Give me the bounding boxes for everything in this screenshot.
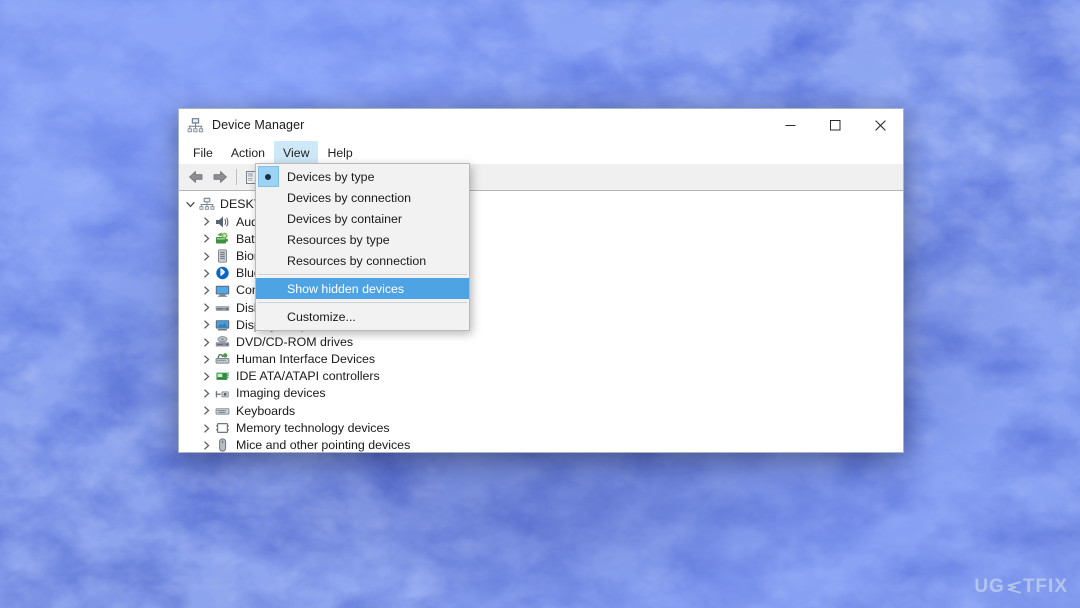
chevron-right-icon[interactable] [199,234,214,244]
menu-item-label: Customize... [287,309,356,324]
tree-label: IDE ATA/ATAPI controllers [236,369,380,384]
ugetfix-watermark: UG TFIX [974,576,1068,598]
forward-button[interactable] [208,166,232,188]
menu-file[interactable]: File [184,141,222,164]
menu-item-resources-by-connection[interactable]: Resources by connection [256,250,469,271]
menu-item-devices-by-connection[interactable]: Devices by connection [256,187,469,208]
chevron-down-icon[interactable] [183,200,198,209]
minimize-icon [785,124,796,126]
toolbar-separator [236,169,237,185]
menu-check-placeholder [256,278,280,299]
tree-label: Mice and other pointing devices [236,438,411,452]
menu-view[interactable]: View [274,141,319,164]
chevron-right-icon[interactable] [199,303,214,312]
disk-drive-icon [214,300,231,316]
device-manager-icon [187,117,204,132]
computer-node-icon [198,197,215,213]
mouse-icon [214,437,231,452]
menu-check-placeholder [256,306,280,327]
menu-item-label: Show hidden devices [287,281,405,296]
forward-arrow-icon [213,171,227,183]
menu-help[interactable]: Help [318,141,361,164]
dvd-drive-icon [214,334,231,350]
menu-separator [258,274,467,275]
chevron-right-icon[interactable] [199,423,214,433]
tree-row[interactable]: DVD/CD-ROM drives [179,334,903,351]
watermark-text-part1: UG [974,576,1005,597]
menu-check-placeholder [256,250,280,271]
menu-item-devices-by-container[interactable]: Devices by container [256,208,469,229]
chevron-right-icon[interactable] [199,217,214,226]
tree-label: Keyboards [236,403,296,418]
menu-item-show-hidden-devices[interactable]: Show hidden devices [256,278,469,299]
tree-row[interactable]: Mice and other pointing devices [179,437,903,452]
menu-item-resources-by-type[interactable]: Resources by type [256,229,469,250]
chevron-right-icon[interactable] [199,286,214,295]
tree-label: Imaging devices [236,386,326,401]
display-adapter-icon [214,317,231,333]
tree-row[interactable]: Keyboards [179,402,903,419]
menu-item-devices-by-type[interactable]: Devices by type [256,166,469,187]
battery-icon [214,231,231,247]
chevron-right-icon[interactable] [199,355,214,364]
tree-label: Human Interface Devices [236,352,376,367]
menu-item-customize[interactable]: Customize... [256,306,469,327]
chevron-right-icon[interactable] [199,372,214,381]
keyboard-icon [214,403,231,419]
minimize-button[interactable] [768,109,813,141]
menu-check-placeholder [256,187,280,208]
window-titlebar[interactable]: Device Manager [179,109,903,141]
back-button[interactable] [184,166,208,188]
view-dropdown-menu: Devices by type Devices by connection De… [255,163,470,331]
tree-row[interactable]: Imaging devices [179,385,903,402]
menu-check-placeholder [256,229,280,250]
chevron-right-icon[interactable] [199,406,214,415]
monitor-icon [214,283,231,299]
fingerprint-icon [214,248,231,264]
tree-row[interactable]: Memory technology devices [179,419,903,436]
bluetooth-icon [214,265,231,281]
tree-row[interactable]: Human Interface Devices [179,351,903,368]
chevron-right-icon[interactable] [199,320,214,330]
menu-item-label: Devices by container [287,211,403,226]
speaker-icon [214,214,231,230]
menu-item-label: Resources by connection [287,253,427,268]
close-button[interactable] [858,109,903,141]
menu-action[interactable]: Action [222,141,274,164]
tree-row[interactable]: IDE ATA/ATAPI controllers [179,368,903,385]
maximize-icon [830,119,841,130]
menu-check-placeholder [256,208,280,229]
watermark-text-part2: TFIX [1022,576,1068,597]
menu-item-label: Devices by connection [287,190,411,205]
memory-icon [214,420,231,436]
menu-separator-2 [258,302,467,303]
ide-controller-icon [214,368,231,384]
menubar: File Action View Help [179,141,903,164]
close-icon [875,119,886,131]
chevron-right-icon[interactable] [199,252,214,261]
chevron-right-icon[interactable] [199,337,214,347]
menu-item-label: Devices by type [287,169,375,184]
window-controls [768,109,903,141]
menu-item-label: Resources by type [287,232,390,247]
chevron-right-icon[interactable] [199,389,214,398]
watermark-stylized-e-icon [1006,580,1022,595]
chevron-right-icon[interactable] [199,441,214,450]
hid-icon [214,351,231,367]
imaging-device-icon [214,386,231,402]
tree-label: DVD/CD-ROM drives [236,334,354,349]
radio-selected-icon [256,166,280,187]
tree-label: Memory technology devices [236,420,390,435]
maximize-button[interactable] [813,109,858,141]
chevron-right-icon[interactable] [199,269,214,278]
window-title: Device Manager [212,118,305,132]
back-arrow-icon [189,171,203,183]
